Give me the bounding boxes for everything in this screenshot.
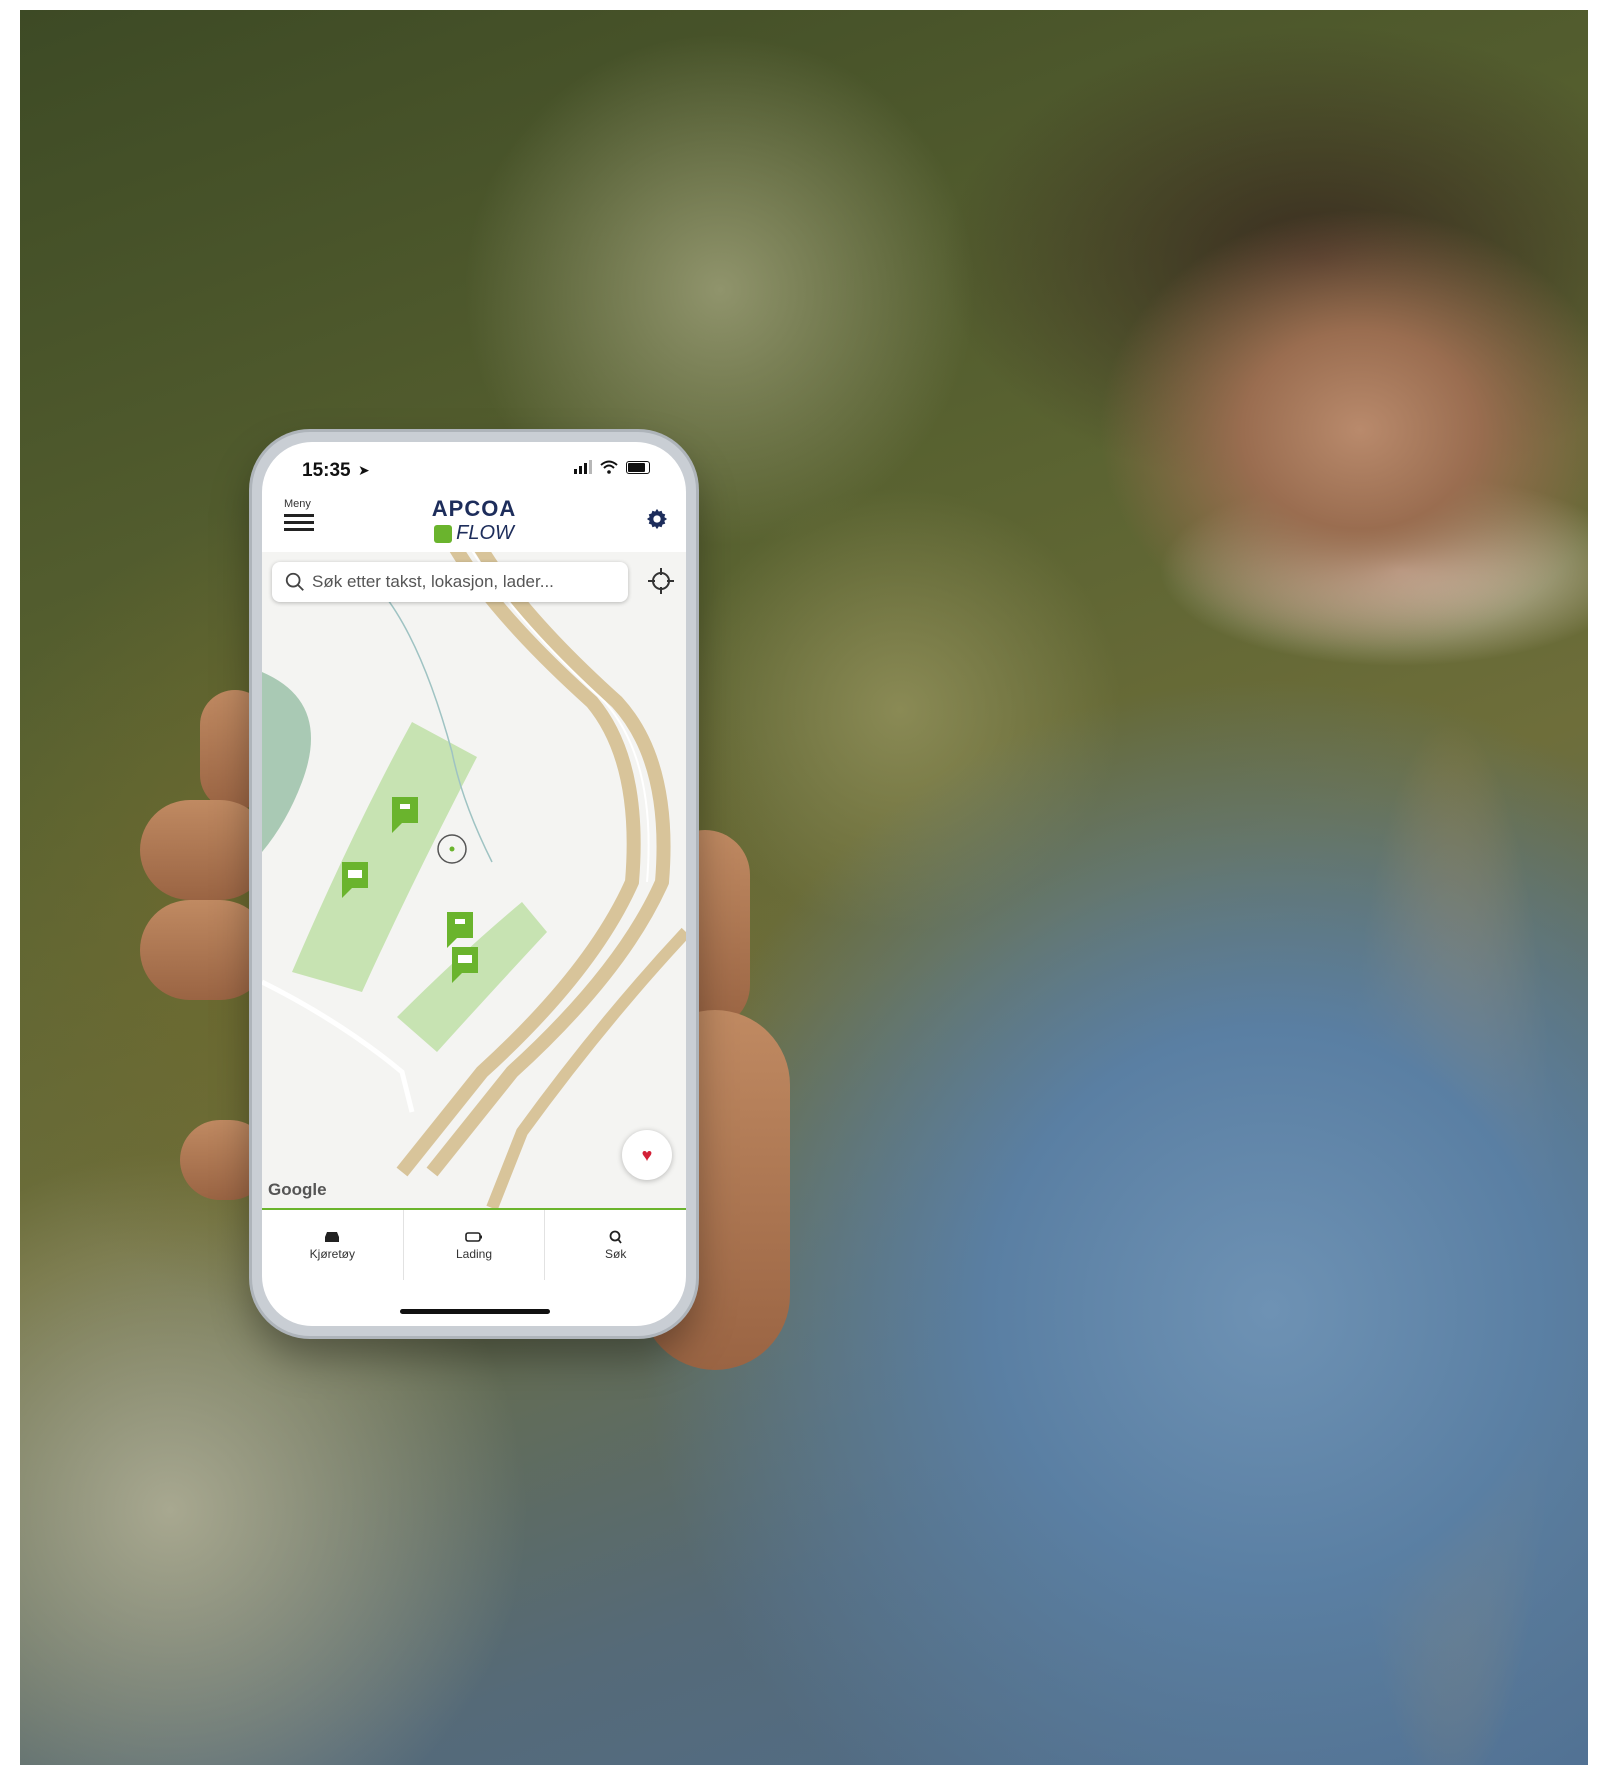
car-icon <box>325 1231 340 1242</box>
location-arrow-icon: ➤ <box>358 462 370 478</box>
phone: 15:35 ➤ Meny APCOA FLOW Søk etter takst,… <box>252 432 696 1336</box>
tab-bar: Kjøretøy Lading Søk <box>262 1208 686 1280</box>
app-logo: APCOA FLOW <box>262 496 686 548</box>
favorites-button[interactable]: ♥ <box>622 1130 672 1180</box>
status-bar: 15:35 ➤ <box>262 442 686 492</box>
finger <box>140 800 270 900</box>
tab-label: Søk <box>605 1246 627 1261</box>
app-header: Meny APCOA FLOW <box>262 492 686 552</box>
locate-me-icon[interactable] <box>646 566 676 596</box>
tab-label: Kjøretøy <box>309 1246 355 1261</box>
logo-apcoa: APCOA <box>431 496 517 521</box>
phone-screen: 15:35 ➤ Meny APCOA FLOW Søk etter takst,… <box>262 442 686 1326</box>
search-placeholder: Søk etter takst, lokasjon, lader... <box>312 572 554 591</box>
google-attribution: Google <box>268 1180 327 1199</box>
gear-icon[interactable] <box>646 508 668 530</box>
heart-icon: ♥ <box>641 1144 653 1165</box>
battery-icon <box>465 1231 482 1242</box>
battery-icon <box>626 460 650 474</box>
tab-kjoretoy[interactable]: Kjøretøy <box>262 1210 404 1280</box>
signal-icon <box>574 460 592 474</box>
background-photo: 15:35 ➤ Meny APCOA FLOW Søk etter takst,… <box>20 10 1588 1765</box>
search-icon <box>285 572 304 591</box>
home-indicator[interactable] <box>400 1309 550 1314</box>
status-icons <box>574 460 650 474</box>
flow-mark-icon <box>434 524 453 543</box>
tab-sok[interactable]: Søk <box>545 1210 686 1280</box>
finger <box>140 900 270 1000</box>
logo-flow: FLOW <box>434 522 514 545</box>
tab-lading[interactable]: Lading <box>404 1210 546 1280</box>
wifi-icon <box>600 460 618 474</box>
tab-label: Lading <box>455 1246 493 1261</box>
map-canvas <box>262 552 686 1208</box>
logo-flow-text: FLOW <box>456 522 514 544</box>
status-time: 15:35 <box>302 460 351 481</box>
search-icon <box>609 1230 622 1244</box>
map-view[interactable]: Søk etter takst, lokasjon, lader... Goog… <box>262 552 686 1208</box>
search-bar[interactable]: Søk etter takst, lokasjon, lader... <box>272 562 628 602</box>
